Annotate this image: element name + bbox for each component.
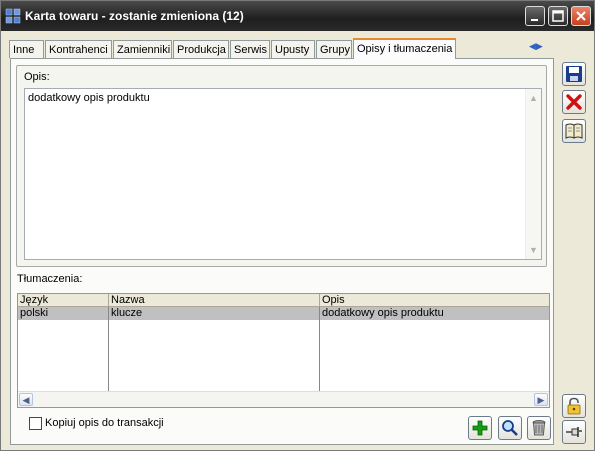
app-icon <box>5 8 21 24</box>
description-label: Opis: <box>24 71 50 83</box>
book-icon <box>565 123 583 139</box>
scroll-down-icon[interactable]: ▼ <box>528 244 539 256</box>
scroll-up-icon[interactable]: ▲ <box>528 92 539 104</box>
close-button[interactable] <box>571 6 591 26</box>
tab-serwis[interactable]: Serwis <box>230 40 270 58</box>
column-divider <box>319 307 320 393</box>
tab-grupy[interactable]: Grupy <box>316 40 352 58</box>
translations-table: Język Nazwa Opis polski klucze dodatkowy… <box>17 293 550 408</box>
cell-description: dodatkowy opis produktu <box>322 307 444 319</box>
copy-description-checkbox[interactable] <box>29 417 42 430</box>
window-title: Karta towaru - zostanie zmieniona (12) <box>25 9 244 23</box>
item-card-window: Karta towaru - zostanie zmieniona (12) I… <box>0 0 595 451</box>
save-icon <box>566 66 582 82</box>
description-value: dodatkowy opis produktu <box>28 92 150 104</box>
description-scrollbar[interactable]: ▲ ▼ <box>525 89 541 259</box>
title-bar: Karta towaru - zostanie zmieniona (12) <box>1 1 594 31</box>
tab-scroll-right-icon[interactable]: ▶ <box>536 41 543 51</box>
add-button[interactable] <box>468 416 492 440</box>
book-button[interactable] <box>562 119 586 143</box>
translations-hscrollbar[interactable]: ◀ ▶ <box>18 391 549 407</box>
column-header-description[interactable]: Opis <box>320 294 549 307</box>
trash-icon <box>532 420 546 436</box>
copy-description-label: Kopiuj opis do transakcji <box>45 417 164 429</box>
tab-label: Serwis <box>234 44 268 56</box>
tab-inne[interactable]: Inne <box>9 40 44 58</box>
pin-button[interactable] <box>562 420 586 444</box>
column-divider <box>108 307 109 393</box>
cancel-icon <box>566 94 582 110</box>
scroll-right-icon[interactable]: ▶ <box>534 393 548 406</box>
description-textarea[interactable]: dodatkowy opis produktu ▲ ▼ <box>24 88 542 260</box>
tab-panel: Opis: dodatkowy opis produktu ▲ ▼ Tłumac… <box>10 58 554 445</box>
tab-label: Grupy <box>320 44 350 56</box>
column-header-language[interactable]: Język <box>18 294 109 307</box>
scroll-left-icon[interactable]: ◀ <box>19 393 33 406</box>
tab-label: Opisy i tłumaczenia <box>357 43 453 55</box>
save-button[interactable] <box>562 62 586 86</box>
tab-kontrahenci[interactable]: Kontrahenci <box>45 40 112 58</box>
maximize-button[interactable] <box>548 6 568 26</box>
tab-upusty[interactable]: Upusty <box>271 40 315 58</box>
tab-label: Upusty <box>275 44 310 56</box>
add-icon <box>472 420 488 436</box>
maximize-icon <box>552 10 564 22</box>
table-row[interactable]: polski klucze dodatkowy opis produktu <box>18 307 549 320</box>
cell-name: klucze <box>111 307 143 319</box>
tab-label: Inne <box>13 44 35 56</box>
minimize-icon <box>531 19 538 21</box>
search-button[interactable] <box>498 416 522 440</box>
tab-zamienniki[interactable]: Zamienniki <box>113 40 172 58</box>
tab-label: Zamienniki <box>117 44 171 56</box>
tab-opisy-i-tlumaczenia[interactable]: Opisy i tłumaczenia <box>353 38 456 59</box>
close-icon <box>576 11 586 21</box>
pin-icon <box>566 427 582 437</box>
translations-label: Tłumaczenia: <box>17 273 83 285</box>
delete-button[interactable] <box>527 416 551 440</box>
minimize-button[interactable] <box>525 6 545 26</box>
cancel-button[interactable] <box>562 90 586 114</box>
tab-scroll-left-icon[interactable]: ◀ <box>529 41 536 51</box>
lock-button[interactable] <box>562 394 586 418</box>
tab-scroll-arrows[interactable]: ◀▶ <box>529 41 549 53</box>
search-icon <box>502 420 518 436</box>
tab-label: Produkcja <box>177 44 226 56</box>
lock-icon <box>567 397 581 415</box>
cell-language: polski <box>20 307 49 319</box>
description-group: Opis: dodatkowy opis produktu ▲ ▼ <box>16 65 547 267</box>
column-header-name[interactable]: Nazwa <box>109 294 320 307</box>
tab-label: Kontrahenci <box>49 44 108 56</box>
tab-produkcja[interactable]: Produkcja <box>173 40 229 58</box>
